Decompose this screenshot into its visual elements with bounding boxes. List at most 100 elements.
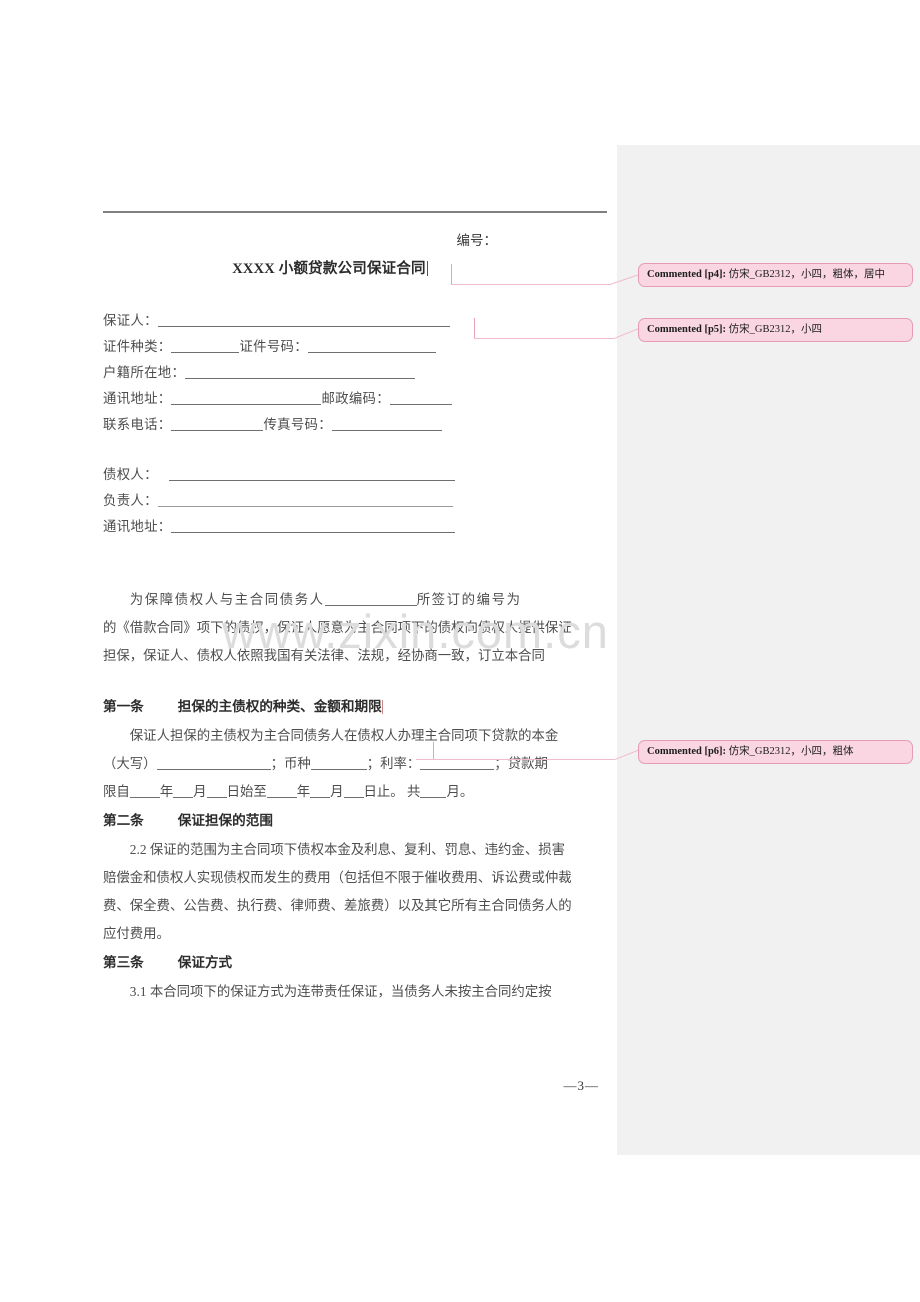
field-id-number-label: 证件号码： [239, 339, 308, 354]
clause-1-start-day-input[interactable] [206, 785, 227, 798]
comment-anchor-p6 [433, 742, 434, 759]
preamble-line-3: 担保，保证人、债权人依照我国有关法律、法规，经协商一致，订立本合同 [103, 648, 545, 663]
comment-balloon-p6[interactable]: Commented [p6]: 仿宋_GB2312，小四，粗体 [638, 740, 913, 764]
clause-3-number: 第三条 [103, 955, 144, 970]
clause-1-month-unit-2: 月 [330, 784, 344, 799]
clause-1-body-line-3: 限自 年 月 日始至 年 月 日止。 共 月。 [103, 778, 615, 806]
field-fax-input[interactable] [331, 418, 442, 431]
field-phone-input[interactable] [171, 418, 264, 431]
field-creditor-label: 债权人： [103, 467, 158, 482]
field-fax-label: 传真号码： [263, 417, 332, 432]
clause-1-amount-input[interactable] [156, 757, 271, 770]
field-postal-code-label: 邮政编码： [321, 391, 390, 406]
clause-2-body-line-1: 2.2 保证的范围为主合同项下债权本金及利息、复利、罚息、违约金、损害 [129, 842, 565, 857]
clause-1-currency-input[interactable] [310, 757, 367, 770]
preamble-line-1-a: 为保障债权人与主合同债务人 [129, 592, 325, 607]
clause-1-month-unit-3: 月。 [446, 784, 474, 799]
page-number: —3— [563, 1078, 599, 1093]
field-creditor-mailing-address-input[interactable] [171, 520, 456, 533]
comment-p5-text: 仿宋_GB2312，小四 [728, 324, 822, 335]
title-caret-icon [426, 261, 428, 276]
clause-1-number: 第一条 [103, 699, 144, 714]
field-creditor-mailing-address[interactable]: 通讯地址： [103, 514, 615, 540]
clause-1-heading: 第一条 担保的主债权的种类、金额和期限 [103, 692, 615, 722]
comment-p4-text: 仿宋_GB2312，小四，粗体，居中 [728, 269, 885, 280]
document-page: 编号： XXXX 小额贷款公司保证合同 保证人： 证件种类： 证件号码： 户籍所在… [0, 0, 920, 1302]
clause-2-heading: 第二条 保证担保的范围 [103, 806, 615, 836]
preamble-line-1: 为保障债权人与主合同债务人 所签订的编号为 [103, 586, 615, 614]
comment-p5-tag: Commented [p5]: [647, 324, 727, 335]
serial-number-label: 编号： [456, 233, 498, 248]
comment-p6-text: 仿宋_GB2312，小四，粗体 [728, 746, 854, 757]
field-creditor-mailing-address-label: 通讯地址： [103, 519, 172, 534]
field-domicile[interactable]: 户籍所在地： [103, 360, 615, 386]
field-postal-code-input[interactable] [389, 392, 452, 405]
field-mailing-address[interactable]: 通讯地址： 邮政编码： [103, 386, 615, 412]
clause-3-title: 保证方式 [177, 955, 233, 970]
comment-p6-tag: Commented [p6]: [647, 746, 727, 757]
field-id-type-label: 证件种类： [103, 339, 172, 354]
preamble-contract-party-input[interactable] [324, 593, 417, 606]
preamble-spacer [103, 540, 615, 586]
comment-leader-line-p5-horizontal [474, 338, 614, 339]
clause-1-title: 担保的主债权的种类、金额和期限 [177, 699, 382, 714]
clause-1-amount-label: （大写） [103, 756, 157, 771]
field-id-number-input[interactable] [307, 340, 436, 353]
clause-1-body-line-1: 保证人担保的主债权为主合同债务人在债权人办理主合同项下贷款的本金 [129, 728, 559, 743]
clause-2-title: 保证担保的范围 [177, 813, 273, 828]
field-mailing-address-input[interactable] [171, 392, 322, 405]
clause-1-caret-icon [381, 700, 383, 714]
clause-1-year-unit-1: 年 [159, 784, 174, 799]
header-horizontal-rule [103, 211, 607, 213]
preamble-line-2: 的《借款合同》项下的债权，保证人愿意为主合同项下的债权向债权人提供保证 [103, 620, 572, 635]
comment-balloon-p4[interactable]: Commented [p4]: 仿宋_GB2312，小四，粗体，居中 [638, 263, 913, 287]
clause-1-rate-label: ；利率： [366, 756, 421, 771]
field-mailing-address-label: 通讯地址： [103, 391, 172, 406]
field-guarantor[interactable]: 保证人： [103, 308, 615, 334]
clause-1-start-month-input[interactable] [173, 785, 194, 798]
clause-1-start-year-input[interactable] [129, 785, 160, 798]
clause-1-currency-label: ；币种 [270, 756, 311, 771]
clause-1-end-month-input[interactable] [310, 785, 331, 798]
field-responsible-person[interactable]: 负责人： [103, 488, 615, 514]
comment-p4-tag: Commented [p4]: [647, 269, 727, 280]
clause-2-body-line-3: 费、保全费、公告费、执行费、律师费、差旅费）以及其它所有主合同债务人的 [103, 898, 572, 913]
page-title: XXXX 小额贷款公司保证合同 [103, 257, 615, 282]
clause-2-number: 第二条 [103, 813, 144, 828]
clause-2-body-line-4: 应付费用。 [103, 926, 170, 941]
clause-1-from-label: 限自 [103, 784, 130, 799]
clause-1-end-day-input[interactable] [343, 785, 364, 798]
comment-balloon-p5[interactable]: Commented [p5]: 仿宋_GB2312，小四 [638, 318, 913, 342]
preamble-line-1-b: 所签订的编号为 [416, 592, 522, 607]
clause-1-month-unit-1: 月 [193, 784, 207, 799]
field-responsible-person-input[interactable] [157, 494, 453, 507]
clause-3-heading: 第三条 保证方式 [103, 948, 615, 978]
field-creditor[interactable]: 债权人： [103, 462, 615, 488]
clause-3-body-line-1: 3.1 本合同项下的保证方式为连带责任保证，当债务人未按主合同约定按 [129, 984, 552, 999]
clause-spacer [103, 670, 615, 692]
comment-leader-line-p6-horizontal [416, 759, 615, 760]
field-creditor-input[interactable] [168, 468, 455, 481]
clause-1-year-unit-2: 年 [296, 784, 311, 799]
clause-1-total-label: 日止。 共 [363, 784, 421, 799]
comment-anchor-p4 [451, 264, 452, 284]
preamble-paragraph: 为保障债权人与主合同债务人 所签订的编号为 的《借款合同》项下的债权，保证人愿意为… [103, 586, 615, 670]
field-id-type-input[interactable] [171, 340, 240, 353]
page-title-text: XXXX 小额贷款公司保证合同 [232, 261, 426, 277]
clause-1-to-label: 日始至 [226, 784, 267, 799]
field-phone-fax[interactable]: 联系电话： 传真号码： [103, 412, 615, 438]
field-guarantor-label: 保证人： [103, 313, 158, 328]
field-guarantor-input[interactable] [157, 314, 450, 327]
comment-leader-line-p4-horizontal [451, 284, 610, 285]
field-domicile-input[interactable] [185, 366, 416, 379]
field-domicile-label: 户籍所在地： [103, 365, 186, 380]
field-phone-label: 联系电话： [103, 417, 172, 432]
document-body: 编号： XXXX 小额贷款公司保证合同 保证人： 证件种类： 证件号码： 户籍所在… [103, 228, 615, 1006]
clause-1-total-months-input[interactable] [420, 785, 447, 798]
clause-2-body-line-2: 赔偿金和债权人实现债权而发生的费用（包括但不限于催收费用、诉讼费或仲裁 [103, 870, 572, 885]
clause-1-body-line-2: （大写） ；币种 ；利率： ；贷款期 [103, 750, 615, 778]
clause-1-end-year-input[interactable] [266, 785, 297, 798]
field-responsible-person-label: 负责人： [103, 493, 158, 508]
comment-anchor-p5 [474, 318, 475, 338]
